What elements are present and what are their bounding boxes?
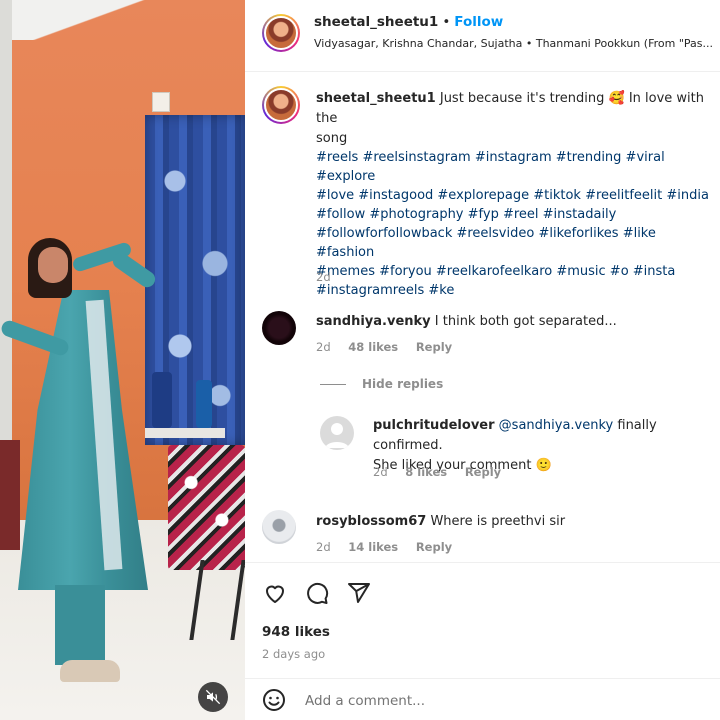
post-media[interactable]	[0, 0, 245, 720]
hide-replies-button[interactable]: Hide replies	[320, 377, 443, 391]
share-button[interactable]	[345, 579, 373, 607]
caption-age: 2d	[316, 270, 331, 284]
reply-button[interactable]: Reply	[416, 540, 452, 554]
emoji-icon	[263, 689, 285, 711]
hide-replies-label: Hide replies	[362, 377, 444, 391]
caption: sheetal_sheetu1 Just because it's trendi…	[316, 89, 716, 149]
commenter-avatar[interactable]	[262, 510, 296, 544]
speaker-muted-icon	[205, 689, 221, 705]
hashtag-line[interactable]: #love #instagood #explorepage #tiktok #r…	[316, 186, 716, 205]
comment-icon	[307, 582, 329, 604]
heart-icon	[266, 585, 284, 603]
reply-meta: 2d 8 likes Reply	[373, 465, 515, 479]
comment-age: 2d	[316, 540, 331, 554]
comment: sandhiya.venky I think both got separate…	[316, 312, 617, 332]
emoji-button[interactable]	[262, 688, 286, 716]
comment-button[interactable]	[303, 579, 331, 607]
comment-meta: 2d 14 likes Reply	[316, 540, 466, 554]
reply-button[interactable]: Reply	[465, 465, 501, 479]
hashtag-line[interactable]: #followforfollowback #reelsvideo #likefo…	[316, 224, 716, 262]
default-avatar-icon	[325, 423, 349, 448]
comment-age: 2d	[316, 340, 331, 354]
like-button[interactable]	[261, 579, 289, 607]
comment-username[interactable]: rosyblossom67	[316, 514, 426, 529]
comment-meta: 2d 48 likes Reply	[316, 340, 466, 354]
caption-username[interactable]: sheetal_sheetu1	[316, 91, 436, 106]
commenter-avatar[interactable]	[262, 311, 296, 345]
comment-input[interactable]	[305, 689, 685, 713]
reply-button[interactable]: Reply	[416, 340, 452, 354]
comment-text: Where is preethvi sir	[430, 514, 566, 529]
caption-text-line2: song	[316, 131, 348, 146]
reply-likes[interactable]: 8 likes	[405, 465, 447, 479]
comment-text: I think both got separated...	[434, 314, 617, 329]
post-age: 2 days ago	[262, 647, 326, 661]
post-panel: sheetal_sheetu1 • Follow Vidyasagar, Krish…	[245, 0, 720, 720]
mute-button[interactable]	[198, 682, 228, 712]
author-username[interactable]: sheetal_sheetu1	[314, 14, 438, 30]
reply-avatar[interactable]	[320, 416, 354, 450]
comment-likes[interactable]: 48 likes	[348, 340, 398, 354]
post-header: sheetal_sheetu1 • Follow Vidyasagar, Krish…	[245, 0, 720, 72]
add-comment-bar	[245, 678, 720, 720]
comment-likes[interactable]: 14 likes	[348, 540, 398, 554]
likes-count[interactable]: 948 likes	[262, 624, 330, 640]
hashtag-line[interactable]: #instagramreels #ke	[316, 281, 716, 300]
audio-track[interactable]: Vidyasagar, Krishna Chandar, Sujatha • T…	[314, 37, 714, 50]
send-icon	[348, 583, 370, 603]
comments-section: sheetal_sheetu1 Just because it's trendi…	[245, 72, 720, 562]
comment: rosyblossom67 Where is preethvi sir	[316, 512, 565, 532]
comment-username[interactable]: sandhiya.venky	[316, 314, 431, 329]
hashtag-line[interactable]: #memes #foryou #reelkarofeelkaro #music …	[316, 262, 716, 281]
hashtag-line[interactable]: #follow #photography #fyp #reel #instada…	[316, 205, 716, 224]
caption-hashtags: #reels #reelsinstagram #instagram #trend…	[316, 148, 716, 300]
hashtag-line[interactable]: #reels #reelsinstagram #instagram #trend…	[316, 148, 716, 186]
follow-button[interactable]: Follow	[454, 14, 503, 30]
caption-avatar[interactable]	[262, 86, 300, 124]
reply-age: 2d	[373, 465, 388, 479]
post-actions: 948 likes 2 days ago	[245, 562, 720, 672]
reply-mention[interactable]: @sandhiya.venky	[499, 418, 614, 433]
reply-username[interactable]: pulchritudelover	[373, 418, 495, 433]
author-avatar[interactable]	[262, 14, 300, 52]
